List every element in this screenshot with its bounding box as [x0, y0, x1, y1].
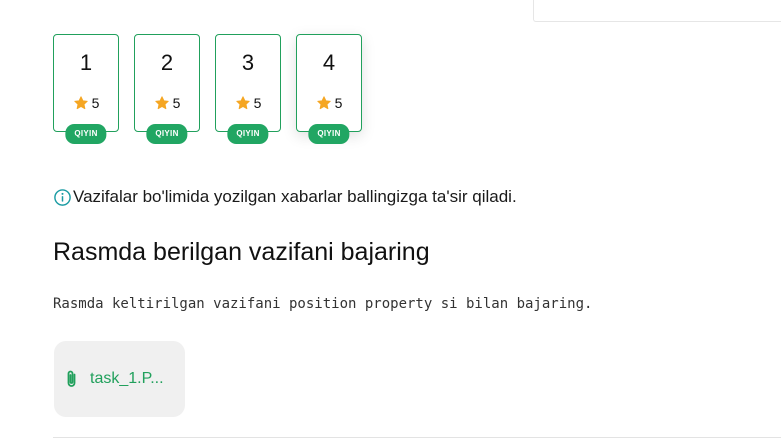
star-icon — [73, 96, 88, 110]
task-score: 5 — [54, 94, 118, 112]
task-card-4[interactable]: 4 5 QIYIN — [296, 34, 362, 144]
paperclip-icon — [67, 370, 76, 387]
task-card-1[interactable]: 1 5 QIYIN — [53, 34, 119, 144]
attachment-file[interactable]: task_1.P... — [54, 341, 185, 417]
task-number: 3 — [241, 50, 255, 75]
divider — [53, 437, 781, 438]
task-page: 1 5 QIYIN 2 5 QIYIN 3 5 QIYIN 4 5 QIYIN … — [0, 0, 781, 441]
task-score: 5 — [135, 94, 199, 112]
task-title: Rasmda berilgan vazifani bajaring — [53, 238, 430, 266]
star-icon — [154, 96, 169, 110]
task-score: 5 — [297, 94, 361, 112]
task-card-2[interactable]: 2 5 QIYIN — [134, 34, 200, 144]
top-panel — [533, 0, 781, 22]
task-card-list: 1 5 QIYIN 2 5 QIYIN 3 5 QIYIN 4 5 QIYIN — [53, 34, 362, 144]
task-description: Rasmda keltirilgan vazifani position pro… — [53, 296, 593, 312]
task-card-3[interactable]: 3 5 QIYIN — [215, 34, 281, 144]
task-score-value: 5 — [91, 95, 100, 111]
info-icon — [54, 188, 71, 206]
attachment-name: task_1.P... — [90, 370, 164, 387]
difficulty-badge: QIYIN — [227, 124, 269, 144]
task-number: 4 — [322, 50, 336, 75]
task-score-value: 5 — [334, 95, 343, 111]
difficulty-badge: QIYIN — [308, 124, 350, 144]
task-number: 2 — [160, 50, 174, 75]
task-score: 5 — [216, 94, 280, 112]
task-score-value: 5 — [253, 95, 262, 111]
task-number: 1 — [79, 50, 93, 75]
notice-text: Vazifalar bo'limida yozilgan xabarlar ba… — [73, 187, 517, 206]
difficulty-badge: QIYIN — [65, 124, 107, 144]
notice-message: Vazifalar bo'limida yozilgan xabarlar ba… — [53, 187, 517, 207]
difficulty-badge: QIYIN — [146, 124, 188, 144]
star-icon — [235, 96, 250, 110]
star-icon — [316, 96, 331, 110]
task-score-value: 5 — [172, 95, 181, 111]
